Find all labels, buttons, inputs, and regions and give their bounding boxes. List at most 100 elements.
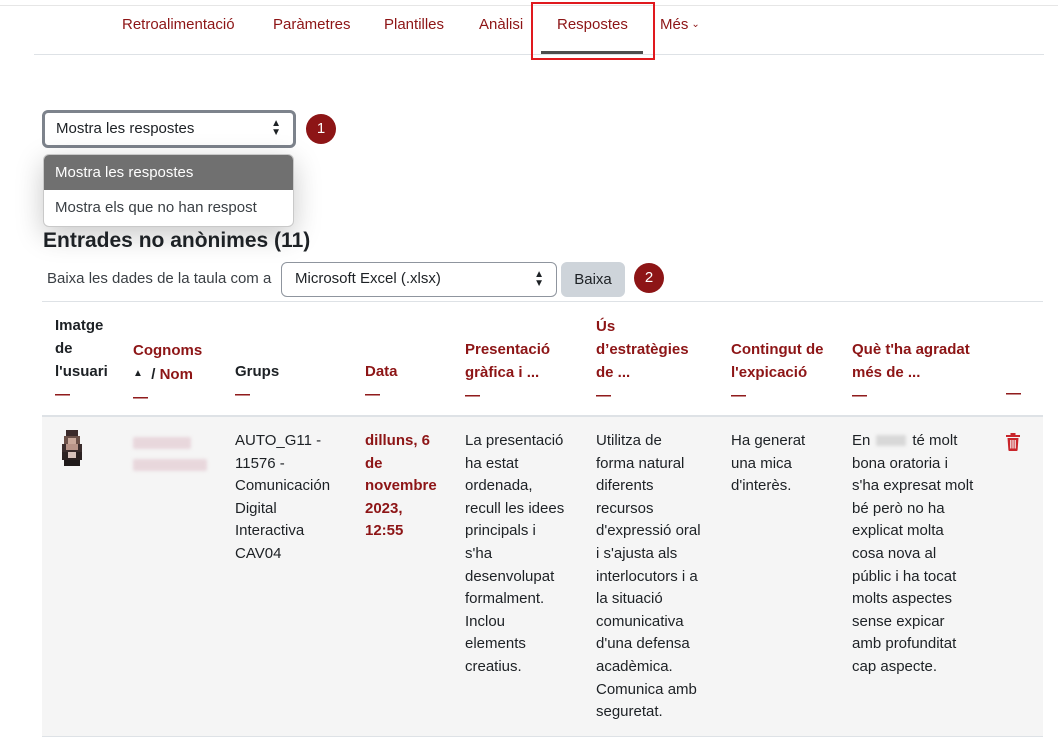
- collapse-column-link[interactable]: —: [596, 384, 689, 407]
- response-filter-value: Mostra les respostes: [56, 120, 195, 137]
- answer-line: En té molt: [852, 430, 973, 453]
- sort-q2-line3[interactable]: de ...: [596, 361, 689, 384]
- tab-settings[interactable]: Paràmetres: [273, 16, 351, 33]
- sort-q2-line1[interactable]: Ús: [596, 315, 689, 338]
- answer-line: una mica: [731, 454, 792, 472]
- sort-q4-line2[interactable]: més de ...: [852, 361, 970, 384]
- group-line: Comunicación: [235, 477, 331, 495]
- sort-q1-line2[interactable]: gràfica i ...: [465, 361, 550, 384]
- header-question-4: Què t'ha agradat més de ... —: [852, 338, 970, 407]
- group-line: AUTO_G11 -: [235, 432, 322, 449]
- sort-date-link[interactable]: Data: [365, 360, 398, 383]
- download-button[interactable]: Baixa: [561, 262, 625, 297]
- answer-line: ordenada,: [465, 477, 533, 495]
- date-line: 2023,: [365, 499, 403, 517]
- tab-feedback[interactable]: Retroalimentació: [122, 16, 235, 33]
- header-groups: Grups —: [235, 360, 279, 406]
- trash-icon[interactable]: [1005, 433, 1021, 451]
- sort-q1-line1[interactable]: Presentació: [465, 338, 550, 361]
- header-user-image-line1: Imatge: [55, 317, 104, 334]
- select-arrows-icon: ▲ ▼: [534, 269, 544, 289]
- tab-more-label: Més: [660, 16, 689, 33]
- answer-line: s'ha: [465, 544, 493, 562]
- sort-q2-line2[interactable]: d’estratègies: [596, 338, 689, 361]
- download-label: Baixa les dades de la taula com a: [47, 270, 272, 287]
- answer-line: desenvolupat: [465, 567, 555, 585]
- chevron-down-icon: ⌄: [691, 19, 700, 30]
- answer-line: d'expressió oral: [596, 522, 701, 540]
- answer-line: cap aspecte.: [852, 657, 938, 675]
- collapse-column-link[interactable]: —: [852, 384, 970, 407]
- header-user-image-line3: l'usuari: [55, 363, 108, 380]
- tab-analysis[interactable]: Anàlisi: [479, 16, 523, 33]
- select-arrows-icon: ▲ ▼: [271, 118, 281, 138]
- responses-tab-highlight: [531, 2, 655, 60]
- user-name-redacted[interactable]: [133, 437, 191, 449]
- collapse-column-link[interactable]: —: [133, 386, 202, 409]
- collapse-column-link[interactable]: —: [731, 384, 823, 407]
- header-question-3: Contingut de l'expicació —: [731, 338, 823, 407]
- response-filter-select[interactable]: Mostra les respostes ▲ ▼: [42, 110, 296, 148]
- date-line: novembre: [365, 477, 437, 495]
- answer-line: bé però no ha: [852, 499, 945, 517]
- answer-line: seguretat.: [596, 703, 663, 721]
- redacted-name: [876, 435, 907, 446]
- step-badge-1: 1: [306, 114, 336, 144]
- date-line: 12:55: [365, 522, 404, 540]
- answer-line: Comunica amb: [596, 680, 697, 698]
- answer-line: principals i: [465, 522, 536, 540]
- cell-date-link[interactable]: dilluns, 6 de novembre 2023, 12:55: [365, 430, 437, 543]
- sort-q3-line1[interactable]: Contingut de: [731, 338, 823, 361]
- answer-line: sense expicar: [852, 612, 945, 630]
- answer-line: molts aspectes: [852, 590, 953, 608]
- dropdown-option-show-non-respondents[interactable]: Mostra els que no han respost: [44, 190, 293, 225]
- answer-line: cosa nova al: [852, 544, 937, 562]
- sort-name-link[interactable]: Nom: [160, 366, 193, 383]
- user-name-redacted[interactable]: [133, 459, 207, 471]
- answer-line: s'ha expresat molt: [852, 477, 974, 495]
- header-surname-name: Cognoms ▲ / Nom —: [133, 339, 202, 409]
- collapse-column-link[interactable]: —: [55, 383, 108, 406]
- answer-line: La presentació: [465, 432, 564, 449]
- answer-line: recull les idees: [465, 499, 565, 517]
- answer-line: la situació: [596, 590, 663, 608]
- answer-line: interlocutors i a: [596, 567, 698, 585]
- header-separator: /: [151, 366, 156, 383]
- header-groups-label: Grups: [235, 363, 280, 380]
- group-line: Digital: [235, 499, 277, 517]
- sort-surname-link[interactable]: Cognoms: [133, 339, 202, 362]
- user-avatar: [62, 430, 82, 466]
- answer-line: Ha generat: [731, 432, 806, 449]
- tab-more[interactable]: Més ⌄: [660, 16, 700, 33]
- answer-line: explicat molta: [852, 522, 944, 540]
- table-top-border: [42, 301, 1043, 302]
- collapse-column-link[interactable]: —: [235, 383, 279, 406]
- collapse-column-link[interactable]: —: [465, 384, 550, 407]
- answer-line: forma natural: [596, 454, 685, 472]
- answer-line: creatius.: [465, 657, 522, 675]
- answer-line: d'una defensa: [596, 635, 690, 653]
- header-date: Data —: [365, 360, 398, 406]
- answer-line: acadèmica.: [596, 657, 673, 675]
- answer-line: bona oratoria i: [852, 454, 948, 472]
- group-line: Interactiva: [235, 522, 305, 540]
- tab-templates[interactable]: Plantilles: [384, 16, 444, 33]
- answer-line: comunicativa: [596, 612, 684, 630]
- collapse-column-link[interactable]: —: [1006, 382, 1021, 405]
- answer-line: recursos: [596, 499, 654, 517]
- answer-line: i s'ajusta als: [596, 544, 678, 562]
- group-line: CAV04: [235, 544, 282, 562]
- section-title: Entrades no anònimes (11): [43, 229, 311, 252]
- date-line: de: [365, 454, 383, 472]
- answer-text: té molt: [912, 432, 958, 449]
- answer-line: d'interès.: [731, 477, 792, 495]
- dropdown-option-show-responses[interactable]: Mostra les respostes: [44, 155, 293, 190]
- collapse-column-link[interactable]: —: [365, 383, 398, 406]
- answer-line: formalment.: [465, 590, 545, 608]
- cell-question-1: La presentació ha estat ordenada, recull…: [465, 430, 564, 679]
- sort-q4-line1[interactable]: Què t'ha agradat: [852, 338, 970, 361]
- header-user-image: Imatge de l'usuari —: [55, 314, 108, 406]
- sort-q3-line2[interactable]: l'expicació: [731, 361, 823, 384]
- answer-line: ha estat: [465, 454, 519, 472]
- download-format-select[interactable]: Microsoft Excel (.xlsx) ▲ ▼: [281, 262, 557, 297]
